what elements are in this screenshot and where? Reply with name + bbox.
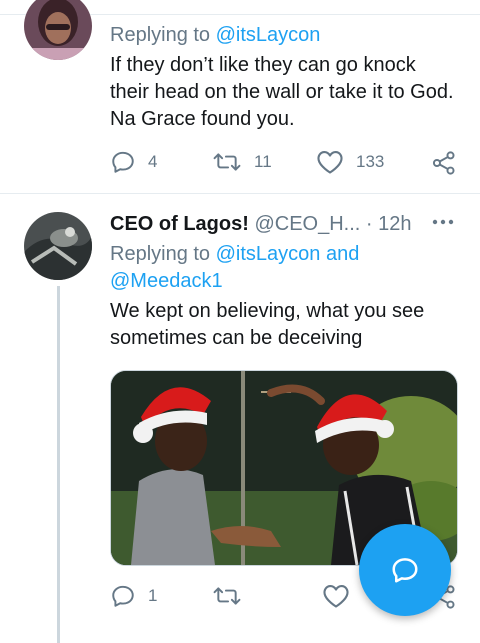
retweet-icon bbox=[213, 153, 241, 171]
thread-line bbox=[57, 286, 60, 643]
avatar-tweet-2[interactable] bbox=[24, 212, 92, 280]
share-button-1[interactable] bbox=[431, 150, 457, 176]
replying-prefix: Replying to bbox=[110, 243, 216, 265]
replying-to-line-2: Replying to @itsLaycon and @Meedack1 bbox=[110, 241, 410, 295]
retweet-button-2[interactable] bbox=[212, 583, 242, 609]
retweet-icon bbox=[213, 587, 241, 605]
tweet-header-2: CEO of Lagos! @CEO_H... · 12h bbox=[110, 211, 412, 238]
more-icon bbox=[432, 219, 454, 225]
reply-count-1: 4 bbox=[148, 152, 158, 171]
tweet-text-1: If they don’t like they can go knock the… bbox=[110, 54, 454, 130]
compose-reply-icon bbox=[392, 558, 418, 583]
retweet-button-1[interactable]: 11 bbox=[212, 149, 272, 175]
replying-to-line-1: Replying to @itsLaycon bbox=[110, 22, 460, 49]
tweet-time[interactable]: · 12h bbox=[366, 213, 412, 235]
like-button-2[interactable] bbox=[322, 583, 350, 609]
author-name[interactable]: CEO of Lagos! bbox=[110, 213, 249, 235]
share-icon bbox=[432, 151, 455, 175]
author-handle[interactable]: @CEO_H... bbox=[254, 213, 360, 235]
more-options-button[interactable] bbox=[431, 210, 455, 240]
like-count-1: 133 bbox=[356, 152, 385, 171]
replying-to-link[interactable]: @itsLaycon bbox=[216, 24, 321, 46]
compose-reply-fab[interactable] bbox=[359, 524, 451, 616]
reply-count-2: 1 bbox=[148, 586, 158, 605]
tweet-divider bbox=[0, 193, 480, 194]
heart-icon bbox=[317, 151, 343, 174]
like-button-1[interactable]: 133 bbox=[316, 149, 384, 175]
tweet-text-2: We kept on believing, what you see somet… bbox=[110, 300, 425, 349]
reply-button-2[interactable]: 1 bbox=[110, 583, 157, 609]
replying-prefix: Replying to bbox=[110, 24, 216, 46]
heart-icon bbox=[323, 585, 349, 608]
retweet-count-1: 11 bbox=[254, 152, 272, 171]
reply-button-1[interactable]: 4 bbox=[110, 149, 157, 175]
avatar-tweet-1[interactable] bbox=[24, 0, 92, 60]
reply-icon bbox=[112, 585, 134, 607]
reply-icon bbox=[112, 151, 134, 173]
